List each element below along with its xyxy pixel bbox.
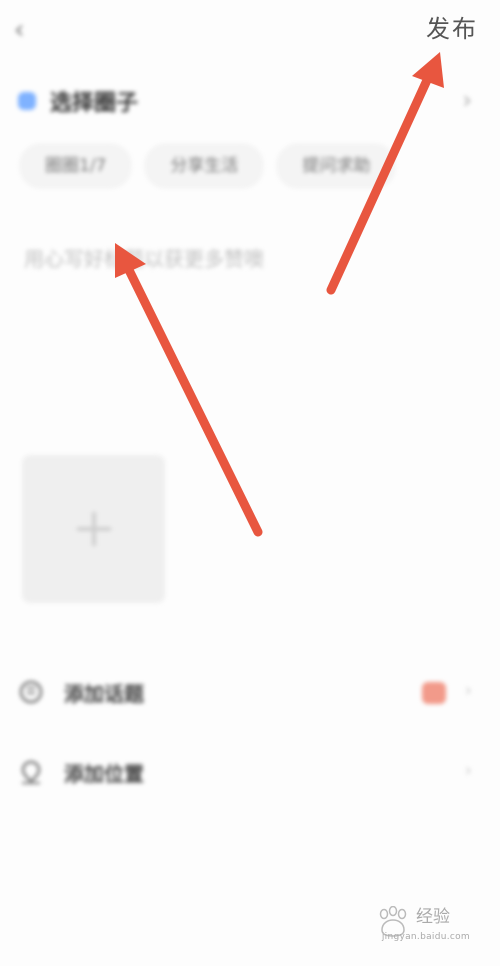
location-icon (18, 759, 44, 785)
plus-icon-stroke (92, 512, 96, 546)
add-topic-row[interactable]: 添加话题 › (18, 672, 480, 712)
chevron-right-icon: › (462, 86, 472, 114)
add-location-label: 添加位置 (64, 761, 144, 786)
chevron-right-icon: › (464, 760, 472, 781)
add-image-button[interactable] (22, 455, 165, 603)
blurred-content: ‹ 选择圈子 › 圈圈1/7 分享生活 提问求助 添加话 (0, 0, 500, 966)
screen: ‹ 选择圈子 › 圈圈1/7 分享生活 提问求助 添加话 (0, 0, 500, 966)
add-topic-label: 添加话题 (64, 681, 144, 706)
publish-button[interactable]: 发布 (426, 12, 478, 46)
tag-chip[interactable]: 圈圈1/7 (20, 144, 132, 188)
chevron-right-icon: › (464, 680, 472, 701)
watermark-url: jingyan.baidu.com (381, 932, 470, 942)
content-input[interactable] (22, 240, 466, 278)
topic-badge (422, 682, 446, 704)
circle-dot-icon (18, 92, 36, 110)
add-location-row[interactable]: 添加位置 › (18, 752, 480, 792)
select-circle-label: 选择圈子 (50, 91, 139, 116)
watermark-text: 经验 (416, 907, 450, 927)
topic-icon (18, 679, 44, 705)
chevron-left-icon: ‹ (14, 15, 25, 45)
tag-chip[interactable]: 分享生活 (145, 144, 264, 188)
select-circle-row[interactable]: 选择圈子 › (18, 82, 478, 120)
baidu-jingyan-watermark: 经验 jingyan.baidu.com (374, 906, 470, 944)
tag-chips: 圈圈1/7 分享生活 提问求助 (20, 144, 409, 188)
back-button[interactable]: ‹ (14, 14, 42, 46)
tag-chip[interactable]: 提问求助 (277, 144, 396, 188)
